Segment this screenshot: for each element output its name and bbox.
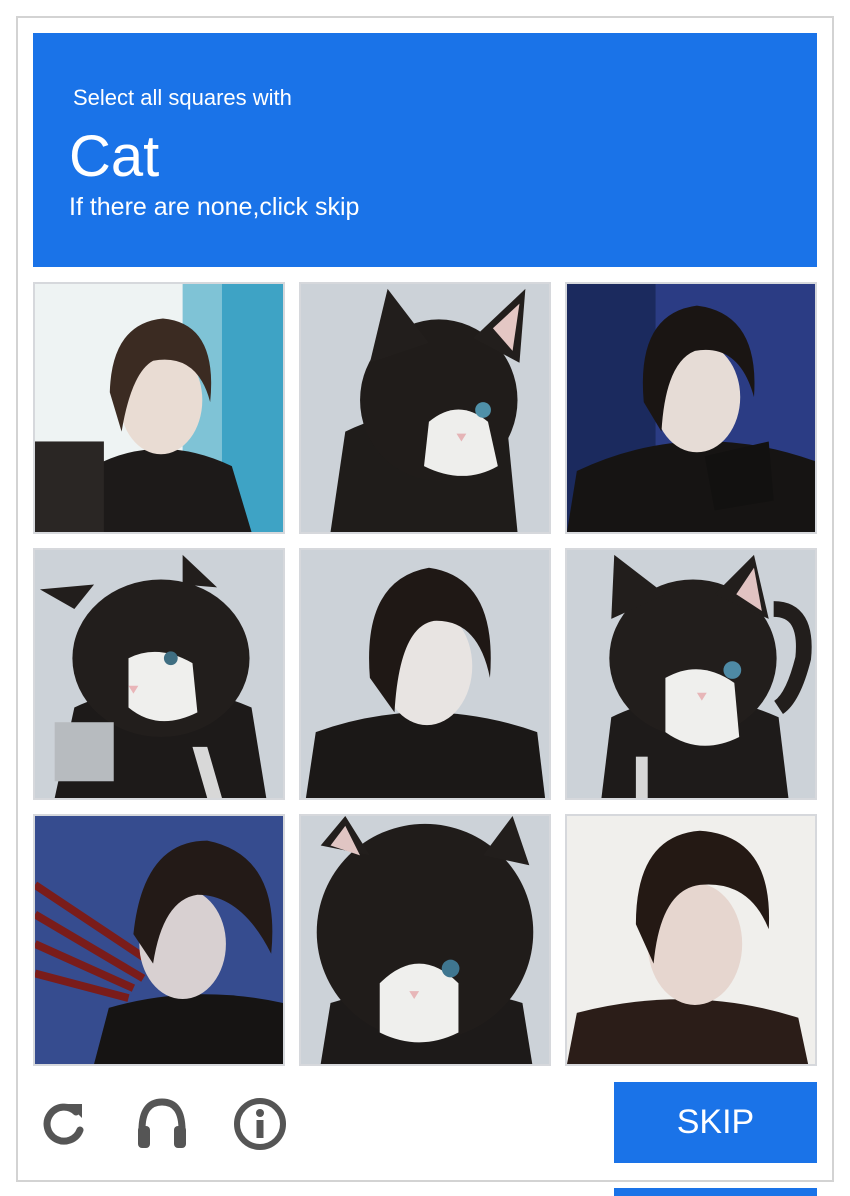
cat-image — [301, 284, 549, 532]
cat-image — [567, 550, 815, 798]
man-portrait-image — [35, 284, 283, 532]
next-page-peek — [614, 1188, 817, 1196]
grid-tile-3[interactable] — [565, 282, 817, 534]
grid-tile-6[interactable] — [565, 548, 817, 800]
grid-tile-2[interactable] — [299, 282, 551, 534]
grid-tile-1[interactable] — [33, 282, 285, 534]
skip-button[interactable]: SKIP — [614, 1082, 817, 1163]
grid-tile-8[interactable] — [299, 814, 551, 1066]
grid-tile-9[interactable] — [565, 814, 817, 1066]
challenge-header: Select all squares with Cat If there are… — [33, 33, 817, 267]
man-portrait-image — [567, 816, 815, 1064]
cat-image — [301, 816, 549, 1064]
grid-tile-5[interactable] — [299, 548, 551, 800]
audio-icon[interactable] — [134, 1096, 190, 1152]
man-portrait-image — [35, 816, 283, 1064]
cat-image — [35, 550, 283, 798]
target-label: Cat — [69, 124, 160, 189]
grid-tile-4[interactable] — [33, 548, 285, 800]
man-portrait-image — [567, 284, 815, 532]
instruction-text: Select all squares with — [73, 85, 292, 110]
man-portrait-image — [301, 550, 549, 798]
reload-icon[interactable] — [36, 1096, 92, 1152]
skip-hint-text: If there are none,click skip — [69, 193, 360, 221]
info-icon[interactable] — [232, 1096, 288, 1152]
grid-tile-7[interactable] — [33, 814, 285, 1066]
image-grid — [33, 282, 817, 1066]
